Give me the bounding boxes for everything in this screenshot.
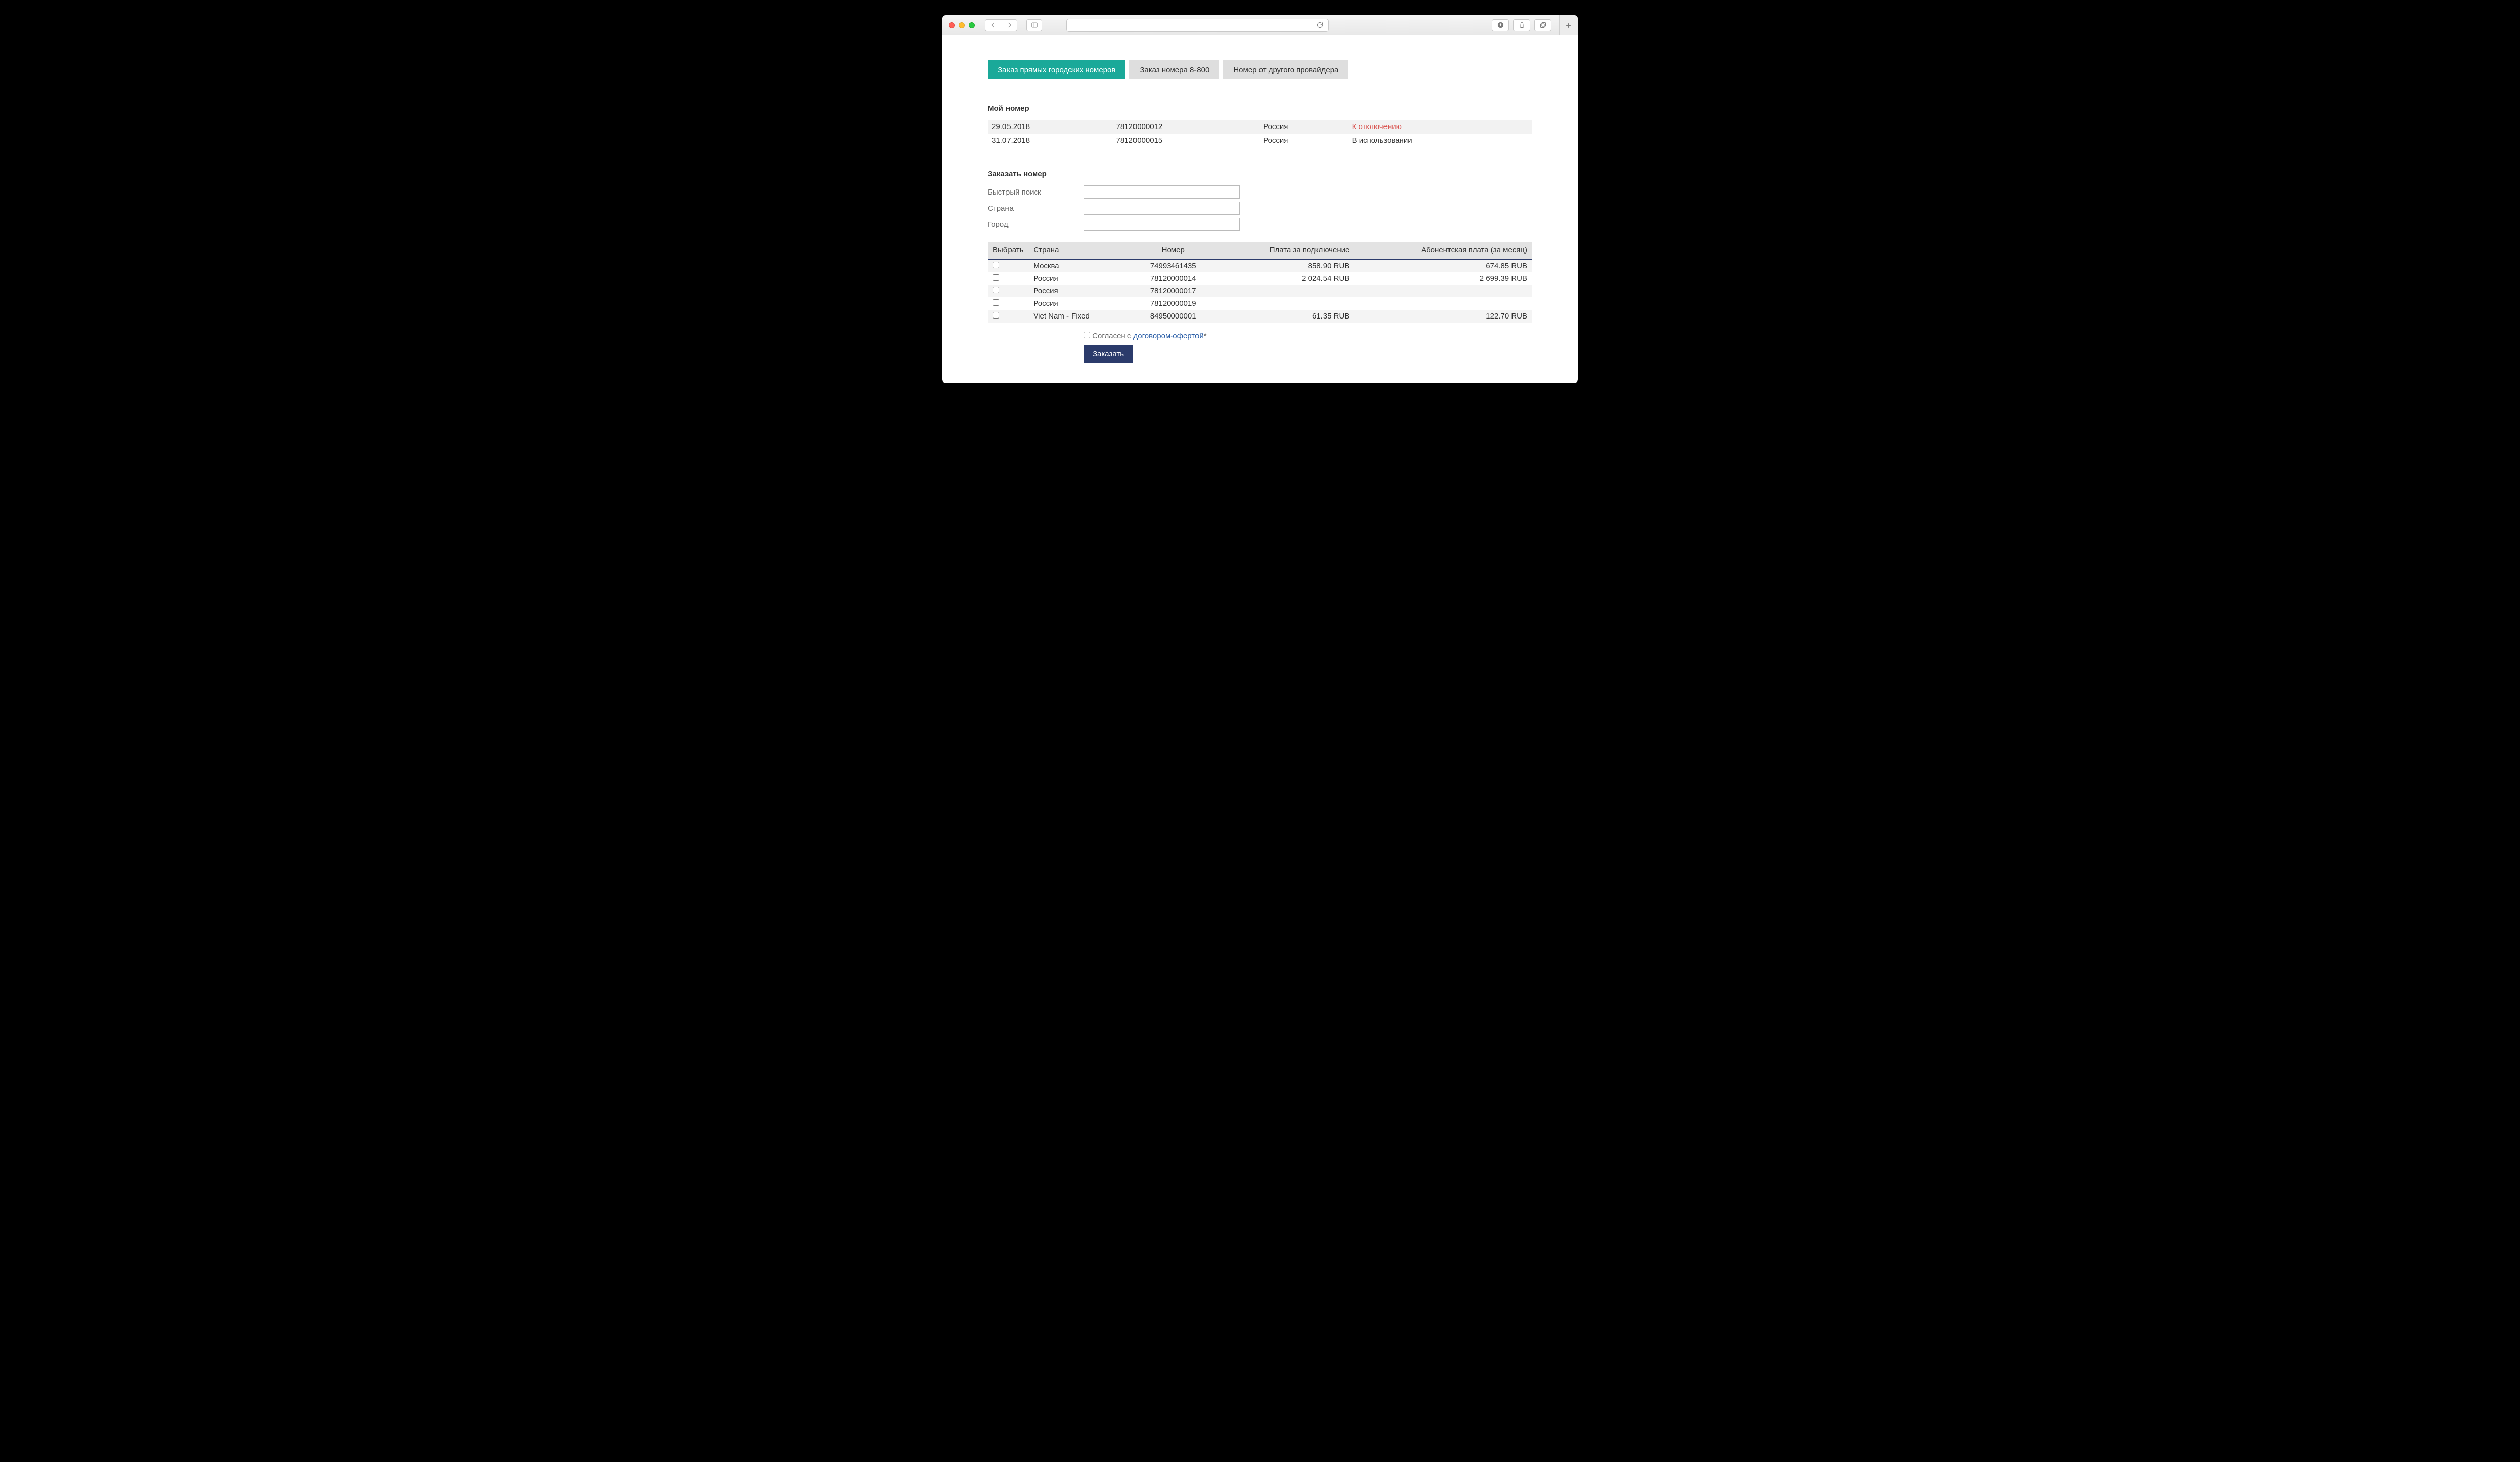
forward-button[interactable] [1001, 19, 1017, 31]
cell-conn-fee: 61.35 RUB [1216, 310, 1354, 323]
download-icon [1497, 21, 1504, 29]
cell-conn-fee: 858.90 RUB [1216, 259, 1354, 272]
chevron-right-icon [1005, 21, 1013, 29]
my-numbers-table: 29.05.201878120000012РоссияК отключению3… [988, 120, 1532, 147]
plus-icon [1565, 22, 1572, 29]
window-controls [949, 22, 975, 28]
browser-window: Заказ прямых городских номеров Заказ ном… [942, 15, 1578, 383]
table-row: Россия78120000019 [988, 297, 1532, 310]
city-label: Город [988, 220, 1084, 229]
cell-status: К отключению [1348, 120, 1532, 134]
row-select-checkbox[interactable] [993, 312, 999, 319]
close-window-button[interactable] [949, 22, 955, 28]
my-number-heading: Мой номер [988, 104, 1532, 113]
maximize-window-button[interactable] [969, 22, 975, 28]
col-monthly: Абонентская плата (за месяц) [1354, 242, 1532, 259]
cell-monthly: 2 699.39 RUB [1354, 272, 1532, 285]
cell-date: 29.05.2018 [988, 120, 1112, 134]
col-conn-fee: Плата за подключение [1216, 242, 1354, 259]
order-tabs: Заказ прямых городских номеров Заказ ном… [988, 60, 1532, 79]
cell-conn-fee: 2 024.54 RUB [1216, 272, 1354, 285]
row-select-checkbox[interactable] [993, 299, 999, 306]
table-row: Россия78120000017 [988, 285, 1532, 297]
cell-number: 78120000019 [1130, 297, 1216, 310]
cell-monthly: 674.85 RUB [1354, 259, 1532, 272]
cell-number: 78120000014 [1130, 272, 1216, 285]
table-row: 31.07.201878120000015РоссияВ использован… [988, 134, 1532, 147]
cell-conn-fee [1216, 297, 1354, 310]
titlebar [942, 15, 1578, 35]
cell-conn-fee [1216, 285, 1354, 297]
downloads-button[interactable] [1492, 19, 1509, 31]
agree-block: Согласен с договором-офертой* [1084, 332, 1532, 340]
cell-monthly [1354, 285, 1532, 297]
row-select-checkbox[interactable] [993, 287, 999, 293]
share-icon [1518, 21, 1526, 29]
cell-country: Viet Nam - Fixed [1028, 310, 1130, 323]
tabs-icon [1539, 21, 1547, 29]
cell-select [988, 272, 1028, 285]
tab-city-numbers[interactable]: Заказ прямых городских номеров [988, 60, 1125, 79]
new-tab-button[interactable] [1559, 15, 1578, 35]
tab-8800[interactable]: Заказ номера 8-800 [1129, 60, 1219, 79]
reload-icon[interactable] [1316, 21, 1324, 29]
cell-date: 31.07.2018 [988, 134, 1112, 147]
available-numbers-table: Выбрать Страна Номер Плата за подключени… [988, 242, 1532, 323]
agree-suffix: * [1204, 332, 1207, 340]
cell-country: Россия [1028, 272, 1130, 285]
country-input[interactable] [1084, 202, 1240, 215]
toolbar-right [1492, 19, 1551, 31]
cell-status: В использовании [1348, 134, 1532, 147]
col-country: Страна [1028, 242, 1130, 259]
table-row: Россия781200000142 024.54 RUB2 699.39 RU… [988, 272, 1532, 285]
row-select-checkbox[interactable] [993, 262, 999, 268]
cell-select [988, 259, 1028, 272]
cell-select [988, 297, 1028, 310]
col-select: Выбрать [988, 242, 1028, 259]
offer-link[interactable]: договором-офертой [1133, 332, 1204, 340]
share-button[interactable] [1513, 19, 1530, 31]
col-number: Номер [1130, 242, 1216, 259]
cell-monthly [1354, 297, 1532, 310]
cell-country: Россия [1259, 120, 1348, 134]
table-row: Viet Nam - Fixed8495000000161.35 RUB122.… [988, 310, 1532, 323]
cell-country: Россия [1028, 285, 1130, 297]
city-input[interactable] [1084, 218, 1240, 231]
cell-number: 74993461435 [1130, 259, 1216, 272]
minimize-window-button[interactable] [959, 22, 965, 28]
chevron-left-icon [989, 21, 997, 29]
page-content: Заказ прямых городских номеров Заказ ном… [942, 35, 1578, 383]
order-button[interactable]: Заказать [1084, 345, 1133, 363]
agree-checkbox[interactable] [1084, 332, 1090, 338]
tabs-button[interactable] [1534, 19, 1551, 31]
cell-monthly: 122.70 RUB [1354, 310, 1532, 323]
row-select-checkbox[interactable] [993, 274, 999, 281]
cell-country: Россия [1259, 134, 1348, 147]
table-row: 29.05.201878120000012РоссияК отключению [988, 120, 1532, 134]
filters: Быстрый поиск Страна Город [988, 185, 1532, 231]
url-bar[interactable] [1066, 19, 1329, 32]
cell-number: 78120000015 [1112, 134, 1259, 147]
cell-country: Москва [1028, 259, 1130, 272]
agree-prefix: Согласен с [1092, 332, 1133, 340]
cell-select [988, 310, 1028, 323]
cell-country: Россия [1028, 297, 1130, 310]
sidebar-button[interactable] [1026, 19, 1042, 31]
quick-search-input[interactable] [1084, 185, 1240, 199]
quick-search-label: Быстрый поиск [988, 188, 1084, 197]
tab-other-provider[interactable]: Номер от другого провайдера [1223, 60, 1348, 79]
order-number-heading: Заказать номер [988, 170, 1532, 178]
table-row: Москва74993461435858.90 RUB674.85 RUB [988, 259, 1532, 272]
cell-number: 84950000001 [1130, 310, 1216, 323]
cell-number: 78120000012 [1112, 120, 1259, 134]
cell-select [988, 285, 1028, 297]
back-button[interactable] [985, 19, 1001, 31]
nav-buttons-group [985, 19, 1017, 31]
cell-number: 78120000017 [1130, 285, 1216, 297]
sidebar-icon [1031, 21, 1038, 29]
country-label: Страна [988, 204, 1084, 213]
